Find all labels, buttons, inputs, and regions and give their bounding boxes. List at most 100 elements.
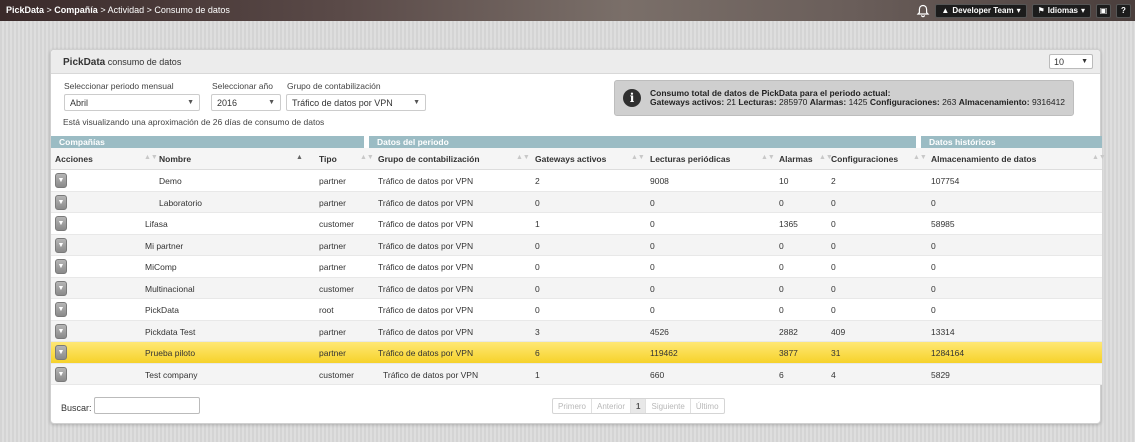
cell-type: partner [319,240,346,251]
column-header-type[interactable]: Tipo [319,154,337,164]
pagination-previous-button[interactable]: Anterior [592,399,632,413]
cell-readings: 660 [650,369,665,380]
cell-readings: 0 [650,197,655,208]
cell-readings: 0 [650,305,655,315]
caret-down-icon: ▼ [57,306,65,313]
caret-down-icon: ▼ [57,327,65,335]
table-row[interactable]: ▼ MiComp partner Tráfico de datos por VPN 0 0… [51,256,1102,278]
configs-total-label: Configuraciones: [869,97,940,107]
cell-group: Tráfico de datos por VPN [378,197,474,208]
cell-configs: 31 [831,348,841,358]
user-menu-button[interactable]: ▲ Developer Team ▾ [935,3,1027,18]
caret-down-icon: ▾ [1016,6,1021,15]
row-actions-button[interactable]: ▼ [55,323,67,339]
row-actions-button[interactable]: ▼ [55,366,67,382]
cell-configs: 0 [831,283,836,294]
cell-type: partner [319,326,346,337]
storage-total-label: Almacenamiento: [958,97,1030,107]
pagination-last-button[interactable]: Último [691,399,724,413]
table-row[interactable]: ▼ Mi partner partner Tráfico de datos por V… [51,234,1102,256]
column-header-configs[interactable]: Configuraciones [831,154,898,164]
column-header-alarms[interactable]: Alarmas [779,154,813,164]
row-actions-button[interactable]: ▼ [55,237,67,253]
table-row[interactable]: ▼ PickData root Tráfico de datos por VPN 0 0 0… [51,299,1102,321]
page-size-select[interactable]: 10 ▼ [1049,54,1093,69]
column-header-actions: Acciones [55,154,93,164]
sort-icon[interactable]: ▲▼ [913,154,927,161]
column-header-gateways[interactable]: Gateways activos [535,154,606,164]
table-row[interactable]: ▼ Demo partner Tráfico de datos por VPN 2 900… [51,170,1102,192]
cell-alarms: 2882 [779,326,798,337]
group-header-historic: Datos históricos [921,136,1102,148]
column-header-group[interactable]: Grupo de contabilización [378,154,480,164]
row-actions-button[interactable]: ▼ [55,302,67,317]
cell-type: customer [319,283,354,294]
table-row[interactable]: ▼ Lifasa customer Tráfico de datos por VPN 1… [51,213,1102,235]
table-row[interactable]: ▼ Pickdata Test partner Tráfico de datos po… [51,320,1102,342]
cell-readings: 9008 [650,176,669,186]
year-value: 2016 [217,98,238,108]
group-header-period: Datos del periodo [369,136,916,148]
cell-configs: 0 [831,262,836,272]
sort-icon[interactable]: ▲▼ [631,154,645,161]
sort-icon[interactable]: ▲▼ [360,154,374,161]
cell-storage: 5829 [931,369,950,380]
cell-configs: 0 [831,219,836,229]
caret-down-icon: ▼ [57,198,65,206]
sort-icon[interactable]: ▲▼ [144,154,158,161]
cell-group: Tráfico de datos por VPN [378,305,474,315]
cell-storage: 0 [931,305,936,315]
year-select[interactable]: 2016 ▼ [211,94,281,111]
cell-alarms: 0 [779,262,784,272]
search-input[interactable] [94,397,200,414]
cell-alarms: 6 [779,369,784,380]
group-select[interactable]: Tráfico de datos por VPN ▼ [286,94,426,111]
pagination-page-1-button[interactable]: 1 [631,399,647,413]
sort-icon[interactable]: ▲▼ [1092,154,1106,161]
breadcrumb-item-activity[interactable]: Actividad [108,5,145,15]
language-menu-button[interactable]: ⚑ Idiomas ▾ [1031,3,1091,18]
breadcrumb-item-pickdata[interactable]: PickData [6,5,44,15]
cell-readings: 0 [650,283,655,294]
caret-down-icon: ▼ [57,241,65,249]
sort-icon[interactable]: ▲▼ [761,154,775,161]
display-toggle-button[interactable]: ▣ [1096,3,1111,18]
group-value: Tráfico de datos por VPN [292,98,393,108]
user-menu-label: Developer Team [952,6,1014,15]
bell-icon[interactable] [916,4,930,18]
table-row[interactable]: ▼ Prueba piloto partner Tráfico de datos po… [51,342,1102,364]
help-button[interactable]: ? [1116,3,1131,18]
cell-readings: 0 [650,240,655,251]
cell-gateways: 1 [535,219,540,229]
table-row[interactable]: ▼ Multinacional customer Tráfico de datos p… [51,277,1102,299]
column-header-readings[interactable]: Lecturas periódicas [650,154,730,164]
storage-total-value: 9316412 [1031,97,1066,107]
panel-header: PickData consumo de datos 10 ▼ [51,50,1100,74]
cell-alarms: 1365 [779,219,798,229]
row-actions-button[interactable]: ▼ [55,173,67,188]
alarms-total-label: Alarmas: [809,97,847,107]
column-header-storage[interactable]: Almacenamiento de datos [931,154,1036,164]
table-row[interactable]: ▼ Laboratorio partner Tráfico de datos por … [51,191,1102,213]
row-actions-button[interactable]: ▼ [55,216,67,231]
readings-total-label: Lecturas: [738,97,777,107]
row-actions-button[interactable]: ▼ [55,194,67,210]
month-select[interactable]: Abril ▼ [64,94,200,111]
row-actions-button[interactable]: ▼ [55,280,67,296]
monitor-icon: ▣ [1099,6,1108,15]
cell-readings: 0 [650,262,655,272]
cell-gateways: 0 [535,283,540,294]
sort-icon[interactable]: ▲▼ [516,154,530,161]
breadcrumb-item-company[interactable]: Compañía [54,5,98,15]
pagination-first-button[interactable]: Primero [553,399,593,413]
pagination-next-button[interactable]: Siguiente [646,399,691,413]
caret-down-icon: ▼ [187,99,194,106]
month-label: Seleccionar periodo mensual [64,81,174,91]
table-row[interactable]: ▼ Test company customer Tráfico de datos po… [51,363,1102,385]
sort-asc-icon[interactable]: ▲ [296,154,303,161]
cell-alarms: 0 [779,197,784,208]
row-actions-button[interactable]: ▼ [55,345,67,360]
column-header-name[interactable]: Nombre [159,154,191,164]
row-actions-button[interactable]: ▼ [55,259,67,274]
cell-configs: 0 [831,197,836,208]
